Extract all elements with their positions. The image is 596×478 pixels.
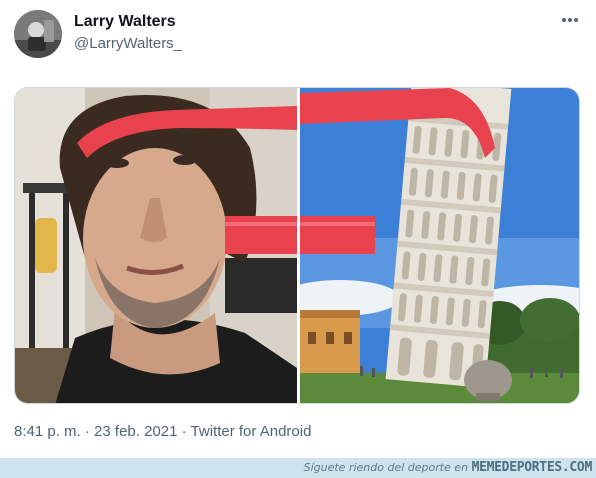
author-handle[interactable]: @LarryWalters_	[74, 35, 182, 52]
media-image-pisa-tower[interactable]	[280, 88, 579, 403]
watermark-footer: Síguete riendo del deporte en MEMEDEPORT…	[0, 458, 596, 478]
watermark-text: Síguete riendo del deporte en MEMEDEPORT…	[303, 459, 593, 477]
tweet-source[interactable]: Twitter for Android	[191, 423, 312, 440]
tweet-time[interactable]: 8:41 p. m.	[14, 423, 81, 440]
author-display-name[interactable]: Larry Walters	[74, 13, 176, 31]
tweet-metadata: 8:41 p. m. · 23 feb. 2021 · Twitter for …	[14, 423, 311, 440]
tweet-media	[14, 87, 580, 404]
avatar-photo	[14, 10, 62, 58]
more-horizontal-icon[interactable]	[556, 8, 584, 32]
watermark-brand: MEMEDEPORTES.COM	[471, 460, 593, 475]
separator: ·	[80, 423, 95, 440]
pisa-tower-photo	[280, 88, 579, 403]
tweet-date[interactable]: 23 feb. 2021	[94, 423, 177, 440]
watermark-tagline: Síguete riendo del deporte en	[303, 461, 469, 474]
selfie-photo	[15, 88, 297, 403]
media-image-selfie[interactable]	[15, 88, 297, 403]
avatar[interactable]	[14, 10, 62, 58]
separator: ·	[177, 423, 191, 440]
